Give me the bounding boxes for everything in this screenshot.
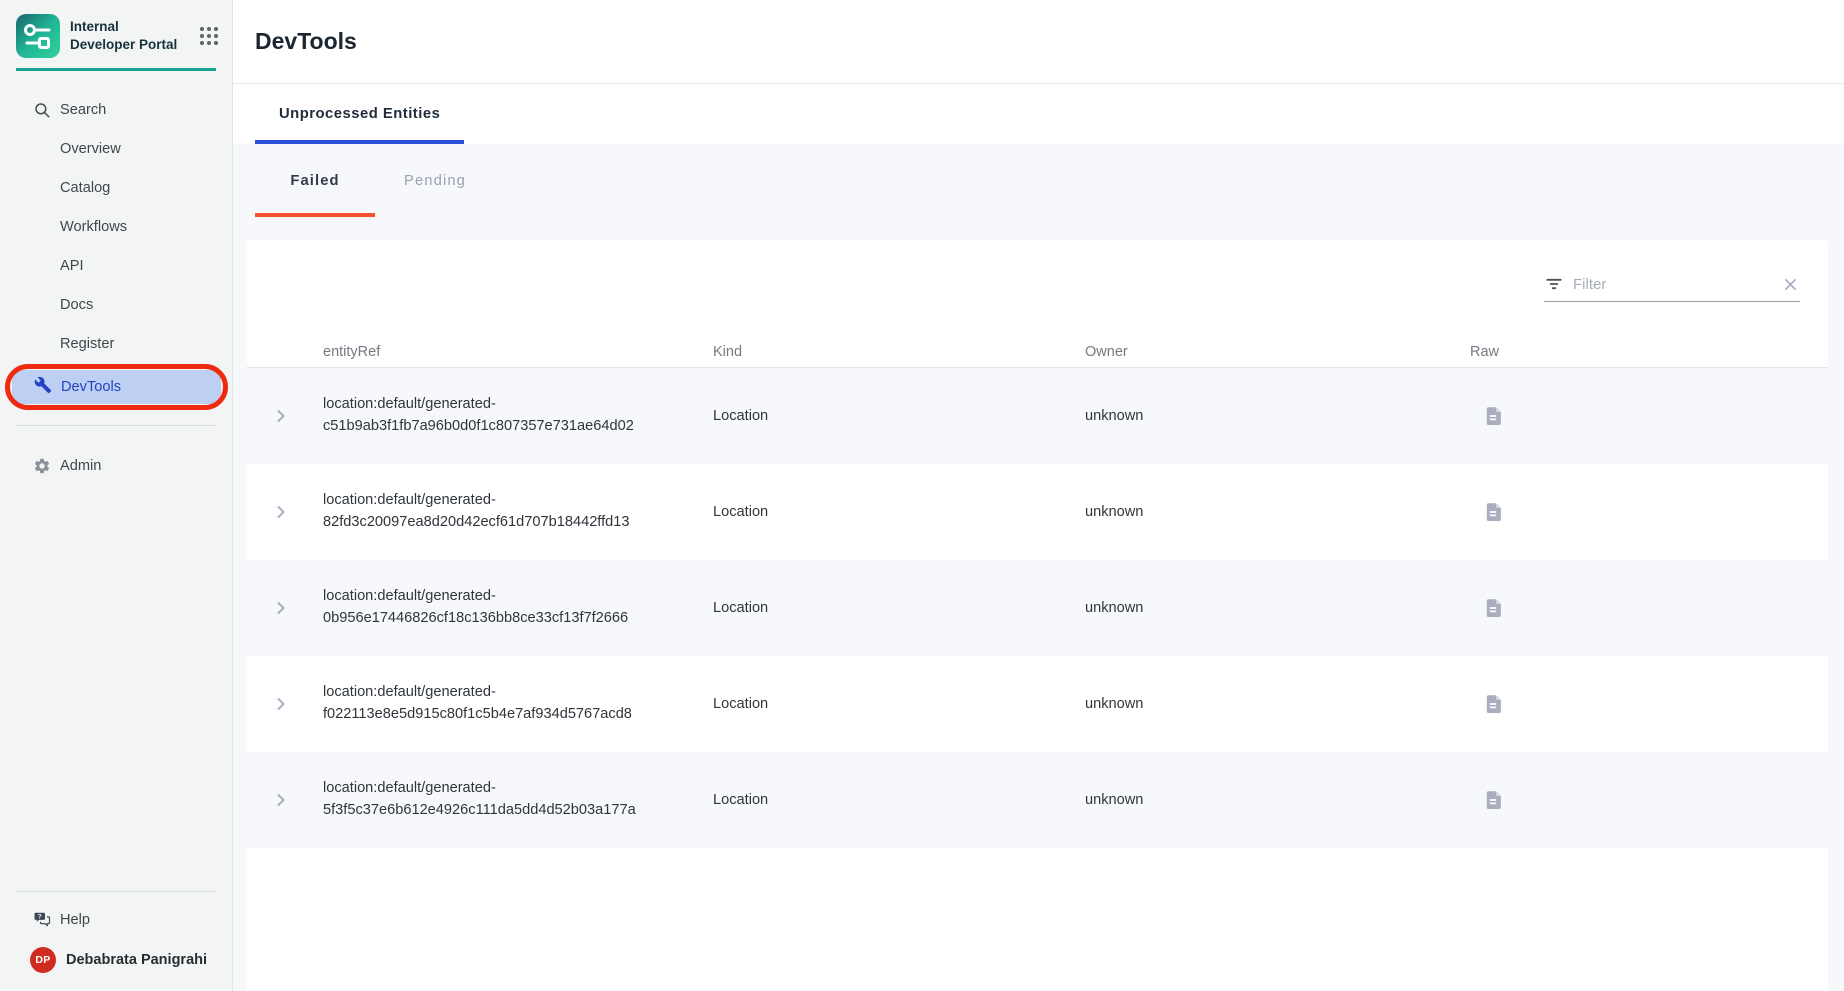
entity-ref: location:default/generated-c51b9ab3f1fb7… (323, 394, 683, 438)
brand-underline (16, 68, 216, 71)
user-name: Debabrata Panigrahi (66, 952, 207, 968)
entities-table-card: entityRef Kind Owner Raw location:defaul… (247, 240, 1828, 991)
chevron-right-icon[interactable] (271, 502, 291, 522)
sidebar-item-docs[interactable]: Docs (0, 285, 232, 324)
sidebar: Internal Developer Portal Search Overvie… (0, 0, 233, 991)
sidebar-item-label: Workflows (60, 219, 127, 235)
filter-field (1544, 274, 1800, 302)
sidebar-item-devtools[interactable]: DevTools (12, 370, 221, 404)
tab-pending[interactable]: Pending (375, 144, 495, 217)
entity-ref: location:default/generated-5f3f5c37e6b61… (323, 778, 683, 822)
entity-ref: location:default/generated-82fd3c20097ea… (323, 490, 683, 534)
sidebar-item-help[interactable]: ? Help (0, 900, 232, 939)
sidebar-item-catalog[interactable]: Catalog (0, 168, 232, 207)
column-header-owner[interactable]: Owner (1085, 344, 1470, 360)
raw-file-icon[interactable] (1483, 789, 1505, 811)
entity-owner: unknown (1085, 696, 1470, 712)
entity-kind: Location (713, 504, 1085, 520)
chevron-right-icon[interactable] (271, 790, 291, 810)
sidebar-item-label: Register (60, 336, 114, 352)
sidebar-item-label: Admin (60, 458, 101, 474)
primary-tabbar: Unprocessed Entities (233, 84, 1844, 144)
column-header-kind[interactable]: Kind (713, 344, 1085, 360)
entity-ref: location:default/generated-0b956e1744682… (323, 586, 683, 630)
page-title: DevTools (255, 28, 357, 55)
brand-row: Internal Developer Portal (0, 0, 232, 58)
sidebar-item-register[interactable]: Register (0, 324, 232, 363)
sidebar-item-devtools-wrap: DevTools (12, 370, 221, 404)
apps-grid-icon[interactable] (200, 27, 218, 45)
entity-owner: unknown (1085, 408, 1470, 424)
sidebar-item-label: Search (60, 102, 106, 118)
sidebar-item-api[interactable]: API (0, 246, 232, 285)
svg-text:?: ? (38, 913, 42, 920)
user-profile[interactable]: DP Debabrata Panigrahi (0, 939, 232, 991)
filter-icon (1544, 274, 1564, 294)
table-row: location:default/generated-f022113e8e5d9… (247, 656, 1828, 752)
raw-file-icon[interactable] (1483, 501, 1505, 523)
entity-kind: Location (713, 792, 1085, 808)
chevron-right-icon[interactable] (271, 694, 291, 714)
column-header-raw[interactable]: Raw (1470, 344, 1828, 360)
help-icon: ? (33, 911, 51, 929)
clear-filter-icon[interactable] (1781, 275, 1800, 294)
column-header-entityref[interactable]: entityRef (323, 344, 713, 360)
entity-owner: unknown (1085, 792, 1470, 808)
sub-tabbar: Failed Pending (247, 144, 1828, 217)
sidebar-divider (16, 891, 216, 892)
unprocessed-entities-panel: Failed Pending (233, 144, 1844, 991)
sidebar-item-overview[interactable]: Overview (0, 129, 232, 168)
main-area: DevTools Unprocessed Entities Failed Pen… (233, 0, 1844, 991)
sidebar-item-label: Catalog (60, 180, 110, 196)
tab-label: Unprocessed Entities (279, 106, 440, 122)
table-toolbar (247, 240, 1828, 336)
entity-owner: unknown (1085, 600, 1470, 616)
sidebar-item-admin[interactable]: Admin (0, 446, 232, 485)
entity-kind: Location (713, 600, 1085, 616)
app-logo-icon[interactable] (16, 14, 60, 58)
sidebar-divider (16, 425, 216, 426)
sidebar-item-label: Overview (60, 141, 121, 157)
sidebar-item-label: Docs (60, 297, 93, 313)
entity-ref: location:default/generated-f022113e8e5d9… (323, 682, 683, 726)
table-row: location:default/generated-5f3f5c37e6b61… (247, 752, 1828, 848)
raw-file-icon[interactable] (1483, 693, 1505, 715)
sidebar-item-label: Help (60, 912, 90, 928)
entity-kind: Location (713, 696, 1085, 712)
chevron-right-icon[interactable] (271, 598, 291, 618)
tab-unprocessed-entities[interactable]: Unprocessed Entities (255, 84, 464, 144)
entity-owner: unknown (1085, 504, 1470, 520)
chevron-right-icon[interactable] (271, 406, 291, 426)
tab-label: Pending (404, 173, 466, 189)
raw-file-icon[interactable] (1483, 405, 1505, 427)
brand-title: Internal Developer Portal (70, 18, 182, 53)
table-row: location:default/generated-82fd3c20097ea… (247, 464, 1828, 560)
sidebar-item-label: DevTools (61, 379, 121, 395)
table-row: location:default/generated-0b956e1744682… (247, 560, 1828, 656)
gear-icon (33, 457, 51, 475)
avatar: DP (30, 947, 56, 973)
sidebar-item-search[interactable]: Search (0, 90, 232, 129)
active-subtab-indicator (255, 213, 375, 217)
entity-kind: Location (713, 408, 1085, 424)
main-header: DevTools (233, 0, 1844, 84)
sidebar-item-label: API (60, 258, 84, 274)
table-row: location:default/generated-c51b9ab3f1fb7… (247, 368, 1828, 464)
tab-failed[interactable]: Failed (255, 144, 375, 217)
wrench-icon (34, 376, 52, 398)
search-icon (33, 101, 51, 119)
raw-file-icon[interactable] (1483, 597, 1505, 619)
sidebar-item-workflows[interactable]: Workflows (0, 207, 232, 246)
table-header: entityRef Kind Owner Raw (247, 336, 1828, 368)
filter-input[interactable] (1573, 276, 1772, 293)
tab-label: Failed (290, 173, 339, 189)
